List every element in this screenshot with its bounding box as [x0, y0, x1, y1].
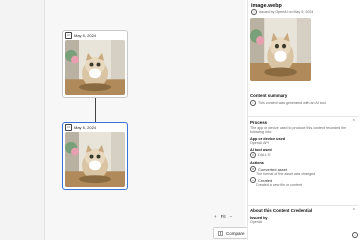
zoom-control: + Fit −: [214, 214, 232, 219]
process-description: The app or device used to produce this c…: [250, 126, 347, 134]
selected-image-preview: [250, 18, 311, 81]
process-chevron-icon[interactable]: ⌃: [352, 119, 356, 125]
info-icon: i: [250, 100, 256, 106]
actions-heading: Actions: [250, 161, 264, 165]
action-name: Converted asset: [258, 166, 288, 172]
node-header: cr May 5, 2024: [63, 123, 127, 132]
node-connector: [95, 98, 96, 122]
process-heading[interactable]: Process: [250, 120, 357, 125]
zoom-out-icon[interactable]: −: [230, 214, 233, 219]
content-credential-icon: cr: [65, 32, 72, 39]
ai-tool-icon: ✦: [250, 152, 256, 158]
about-heading[interactable]: About this Content Credential: [250, 208, 330, 213]
left-gutter: [0, 0, 45, 240]
issued-text: Issued by OpenAI on May 5, 2024: [259, 10, 314, 14]
section-divider: [248, 205, 358, 206]
asset-node-current[interactable]: cr May 5, 2024: [62, 122, 128, 190]
compare-button[interactable]: Compare: [213, 227, 250, 239]
content-summary-row: i This content was generated with an AI …: [250, 100, 357, 106]
credential-seal-icon: c: [251, 9, 257, 15]
node-date: May 5, 2024: [74, 125, 97, 130]
zoom-in-icon[interactable]: +: [214, 214, 217, 219]
content-summary-heading: Content summary: [250, 93, 288, 98]
issued-line: c Issued by OpenAI on May 5, 2024: [251, 9, 356, 15]
content-credential-icon: cr: [65, 124, 72, 131]
about-section: About this Content Credential Issued by …: [250, 208, 357, 224]
cat-image-thumbnail: [65, 132, 125, 187]
node-date: May 5, 2024: [74, 33, 97, 38]
action-name: Created: [258, 177, 273, 183]
content-summary-section: Content summary i This content was gener…: [250, 93, 357, 106]
process-section: Process The app or device used to produc…: [250, 120, 357, 187]
section-divider: [248, 116, 358, 117]
issued-by-value: OpenAI: [250, 220, 263, 224]
action-description: The format of the asset was changed: [256, 172, 316, 176]
zoom-label[interactable]: Fit: [221, 214, 226, 219]
content-summary-text: This content was generated with an AI to…: [258, 101, 327, 105]
about-chevron-icon[interactable]: ⌃: [352, 208, 356, 214]
ai-tool-value: DALL·E: [258, 153, 271, 157]
node-header: cr May 5, 2024: [63, 31, 127, 40]
asset-node-parent[interactable]: cr May 5, 2024: [62, 30, 128, 98]
ai-tool-row: ✦ DALL·E: [250, 152, 357, 158]
compare-label: Compare: [226, 230, 245, 236]
cat-image-thumbnail: [65, 40, 125, 95]
issuer-info-icon[interactable]: i: [352, 232, 358, 238]
compare-icon: [218, 231, 223, 235]
action-description: Created a new file or content: [256, 183, 302, 187]
app-used-value: OpenAI API: [250, 141, 269, 145]
